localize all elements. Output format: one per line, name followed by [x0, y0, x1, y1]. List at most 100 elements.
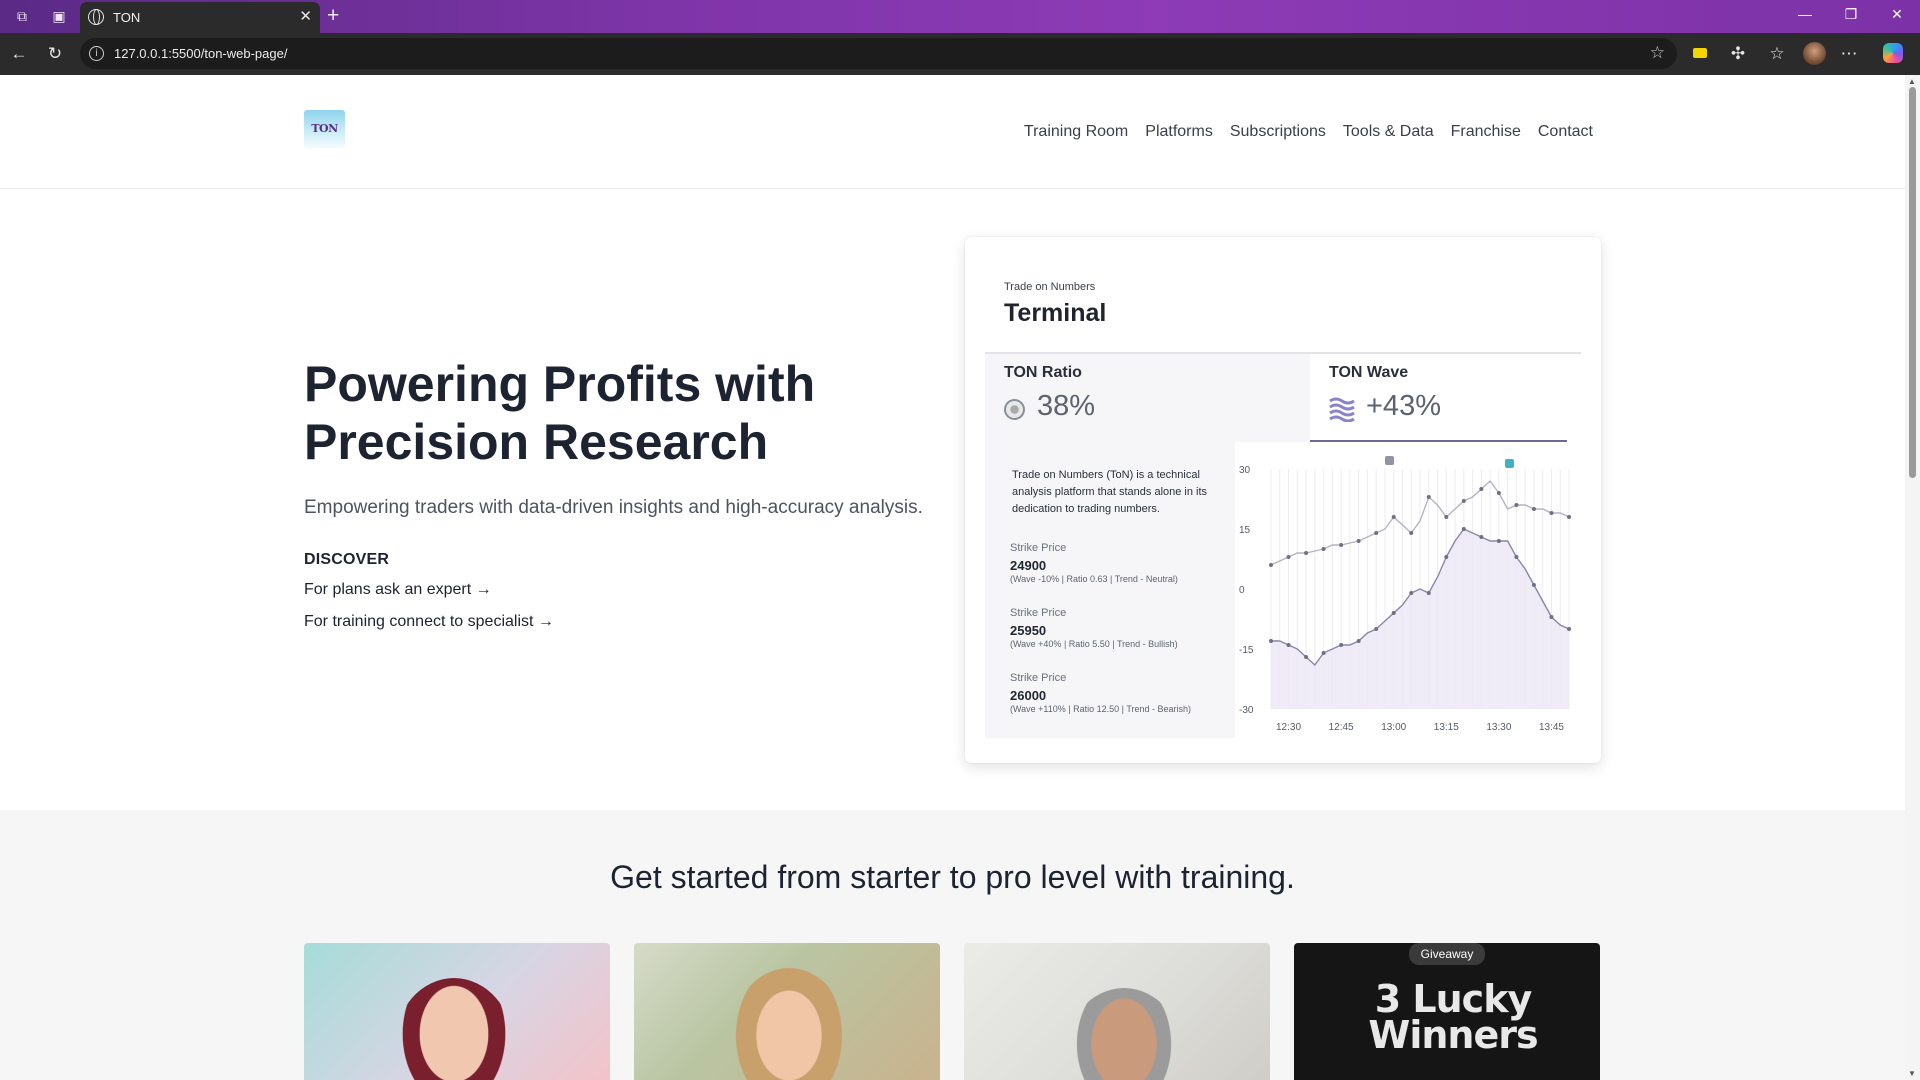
- scroll-up-icon[interactable]: ▲: [1908, 77, 1916, 86]
- scroll-thumb[interactable]: [1909, 87, 1916, 478]
- giveaway-badge: Giveaway: [1409, 943, 1485, 965]
- data-point: [1321, 651, 1326, 655]
- strike-label: Strike Price: [1010, 607, 1067, 619]
- terminal-title: Terminal: [1004, 299, 1107, 327]
- training-specialist-link[interactable]: For training connect to specialist →: [304, 613, 554, 631]
- training-card-1[interactable]: [304, 943, 610, 1080]
- scroll-down-icon[interactable]: ▼: [1908, 1069, 1916, 1078]
- data-point: [1409, 591, 1414, 595]
- data-point: [1444, 555, 1449, 559]
- y-tick-label: -15: [1239, 645, 1254, 656]
- tab-ton[interactable]: TON ✕: [80, 2, 320, 33]
- url-text[interactable]: 127.0.0.1:5500/ton-web-page/: [114, 46, 287, 61]
- favorite-star-icon[interactable]: ☆: [1650, 43, 1665, 63]
- data-point: [1531, 583, 1536, 587]
- vertical-tabs-icon[interactable]: ▣: [49, 6, 69, 26]
- ton-wave-label: TON Wave: [1329, 364, 1409, 381]
- person-image: [1064, 988, 1184, 1080]
- data-point: [1269, 563, 1273, 567]
- workspaces-icon[interactable]: ⧉: [12, 6, 32, 26]
- hero-title: Powering Profits with Precision Research: [304, 356, 816, 470]
- minimize-button[interactable]: —: [1790, 6, 1820, 22]
- x-tick-label: 13:00: [1381, 722, 1406, 733]
- person-image: [729, 968, 849, 1080]
- plans-expert-link[interactable]: For plans ask an expert →: [304, 581, 492, 599]
- ton-ratio-value: 38%: [1037, 390, 1096, 422]
- data-point: [1426, 495, 1431, 499]
- profile-avatar[interactable]: [1803, 42, 1826, 65]
- ton-wave-value: +43%: [1366, 390, 1441, 422]
- data-point: [1479, 487, 1484, 491]
- data-point: [1339, 543, 1344, 547]
- address-bar[interactable]: i 127.0.0.1:5500/ton-web-page/ ☆: [80, 38, 1677, 69]
- data-point: [1479, 535, 1484, 539]
- wave-chart: 30 15 0 -15 -30 12:30 12:45 13:00 13:15 13:30 13:4…: [1235, 442, 1581, 738]
- nav-franchise[interactable]: Franchise: [1451, 123, 1521, 141]
- site-header: TON Training Room Platforms Subscription…: [0, 75, 1905, 189]
- page-viewport: TON Training Room Platforms Subscription…: [0, 75, 1905, 1080]
- x-tick-label: 13:15: [1434, 722, 1459, 733]
- nav-subscriptions[interactable]: Subscriptions: [1230, 123, 1326, 141]
- data-point: [1339, 643, 1344, 647]
- nav-contact[interactable]: Contact: [1538, 123, 1593, 141]
- globe-icon: [88, 9, 104, 25]
- nav-platforms[interactable]: Platforms: [1145, 123, 1213, 141]
- nav-training-room[interactable]: Training Room: [1024, 123, 1128, 141]
- close-window-button[interactable]: ✕: [1882, 6, 1912, 23]
- y-tick-label: 15: [1239, 525, 1251, 536]
- data-point: [1514, 503, 1519, 507]
- training-section: [0, 810, 1905, 1080]
- data-point: [1409, 531, 1414, 535]
- extensions-puzzle-icon[interactable]: ✣: [1727, 43, 1749, 65]
- data-point: [1374, 531, 1379, 535]
- data-point: [1496, 491, 1501, 495]
- training-card-3[interactable]: [964, 943, 1270, 1080]
- ton-ratio-label: TON Ratio: [1004, 364, 1082, 381]
- giveaway-card[interactable]: Giveaway 3 Lucky Winners: [1294, 943, 1600, 1080]
- back-button[interactable]: ←: [8, 43, 30, 65]
- hero-subtitle: Empowering traders with data-driven insi…: [304, 497, 923, 518]
- page-scrollbar[interactable]: ▲ ▼: [1905, 75, 1920, 1080]
- restore-button[interactable]: ❐: [1836, 6, 1866, 23]
- x-tick-label: 13:45: [1539, 722, 1564, 733]
- strike-label: Strike Price: [1010, 542, 1067, 554]
- more-menu-icon[interactable]: ⋯: [1838, 43, 1860, 65]
- nav-tools-data[interactable]: Tools & Data: [1343, 123, 1434, 141]
- x-tick-label: 12:30: [1276, 722, 1301, 733]
- data-point: [1461, 527, 1466, 531]
- extension-icon[interactable]: [1693, 48, 1707, 58]
- y-tick-label: -30: [1239, 705, 1254, 716]
- site-info-icon[interactable]: i: [89, 46, 104, 61]
- strike-meta: (Wave +110% | Ratio 12.50 | Trend - Bear…: [1010, 704, 1192, 714]
- strike-value: 26000: [1010, 688, 1047, 703]
- data-point: [1304, 551, 1309, 555]
- close-tab-icon[interactable]: ✕: [299, 7, 312, 25]
- data-point: [1391, 611, 1396, 615]
- main-nav: Training Room Platforms Subscriptions To…: [1007, 123, 1593, 141]
- data-point: [1426, 591, 1431, 595]
- terminal-card: Trade on Numbers Terminal TON Ratio 38% …: [965, 237, 1601, 763]
- data-point: [1549, 511, 1554, 515]
- data-point: [1567, 627, 1571, 631]
- data-point: [1567, 515, 1571, 519]
- new-tab-button[interactable]: +: [327, 4, 339, 28]
- browser-toolbar: ← ↻ i 127.0.0.1:5500/ton-web-page/ ☆ ✣ ☆…: [0, 33, 1920, 75]
- training-card-2[interactable]: [634, 943, 940, 1080]
- y-tick-label: 0: [1239, 585, 1245, 596]
- x-tick-label: 13:30: [1486, 722, 1511, 733]
- refresh-button[interactable]: ↻: [44, 43, 66, 65]
- data-point: [1286, 555, 1291, 559]
- marker-icon: [1385, 456, 1394, 465]
- terminal-description: Trade on Numbers (ToN) is a technical an…: [1012, 469, 1208, 515]
- favorites-icon[interactable]: ☆: [1766, 43, 1788, 65]
- ton-wave-tab[interactable]: TON Wave +43%: [1310, 354, 1581, 442]
- logo-text: TON: [311, 122, 338, 135]
- data-point: [1391, 515, 1396, 519]
- site-logo[interactable]: TON: [304, 110, 345, 148]
- browser-tab-bar: ⧉ ▣ TON ✕ + — ❐ ✕: [0, 0, 1920, 33]
- data-point: [1286, 643, 1291, 647]
- data-point: [1531, 507, 1536, 511]
- copilot-icon[interactable]: [1883, 43, 1903, 63]
- data-point: [1321, 547, 1326, 551]
- ton-ratio-tab[interactable]: TON Ratio 38%: [985, 354, 1310, 442]
